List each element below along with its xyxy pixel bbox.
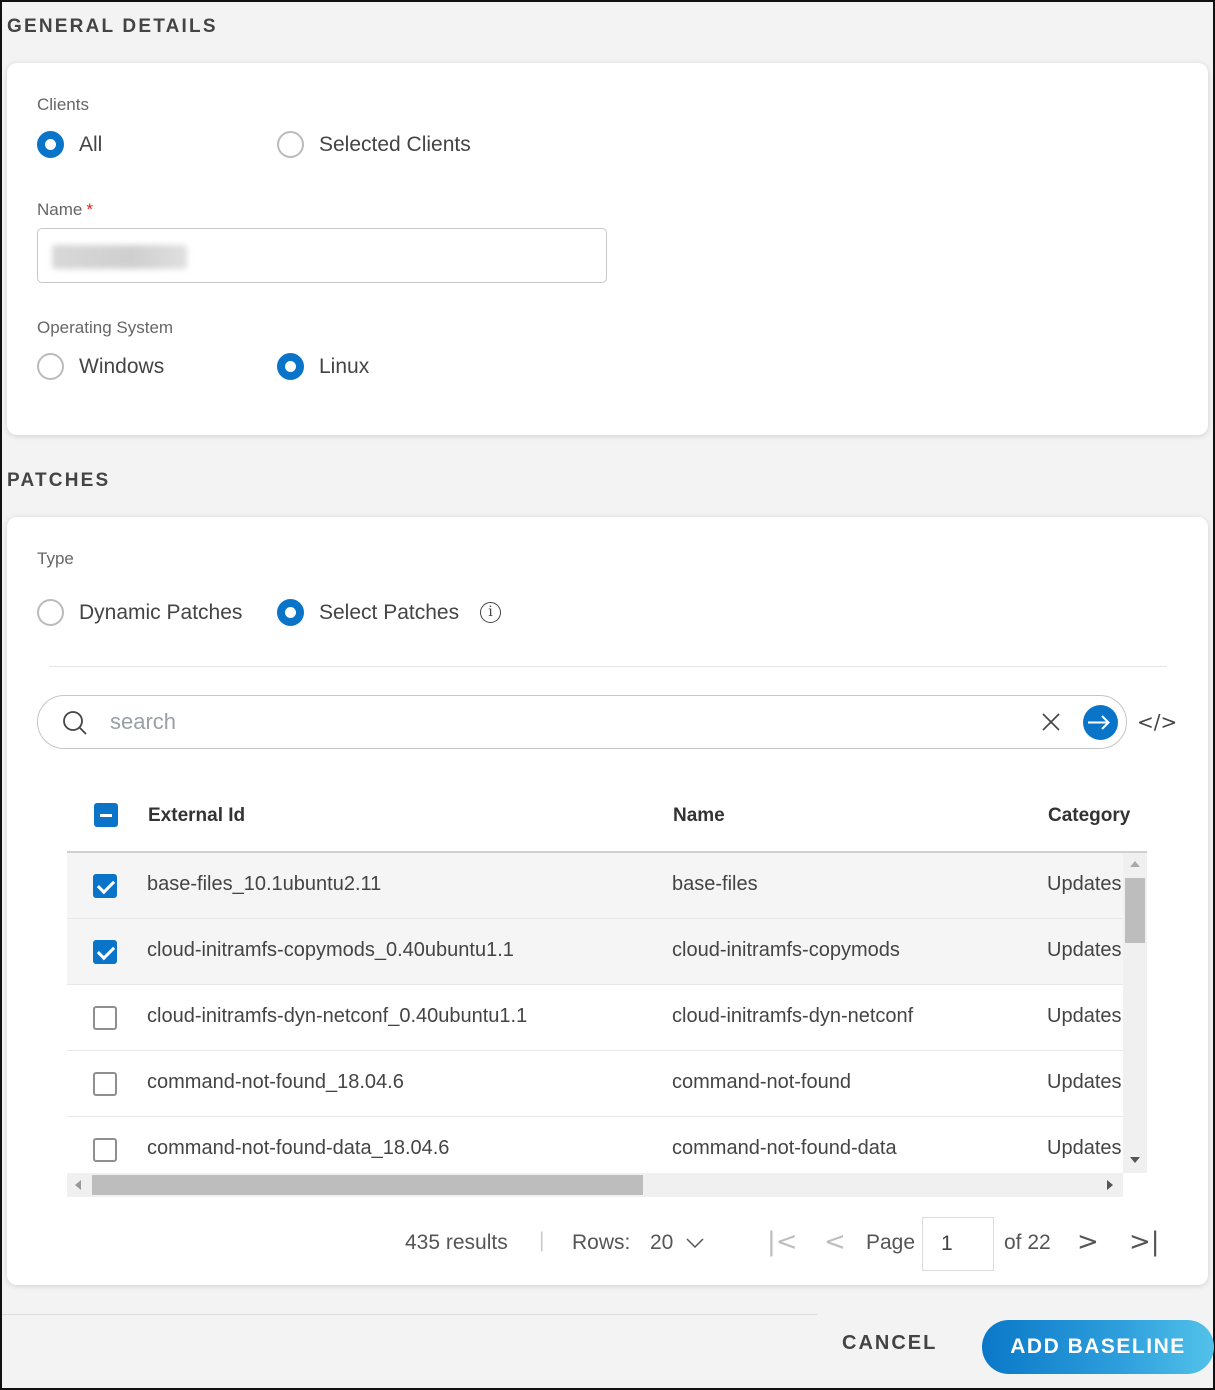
page-number-input[interactable]: [922, 1217, 994, 1271]
radio-indicator[interactable]: [277, 131, 304, 158]
table-row[interactable]: base-files_10.1ubuntu2.11 base-files Upd…: [67, 853, 1123, 919]
cell-category: Updates: [1047, 939, 1122, 961]
table-row[interactable]: cloud-initramfs-copymods_0.40ubuntu1.1 c…: [67, 919, 1123, 985]
cell-category: Updates: [1047, 1071, 1122, 1093]
cell-name: base-files: [672, 873, 758, 895]
add-baseline-button[interactable]: ADD BASELINE: [982, 1320, 1214, 1374]
radio-label: Dynamic Patches: [79, 600, 243, 624]
cell-external-id: cloud-initramfs-copymods_0.40ubuntu1.1: [147, 939, 514, 961]
cell-category: Updates: [1047, 873, 1122, 895]
cell-name: command-not-found: [672, 1071, 851, 1093]
radio-label: Select Patches: [319, 600, 460, 624]
cancel-button[interactable]: CANCEL: [842, 1332, 937, 1355]
rows-per-page-select[interactable]: 20: [650, 1231, 705, 1255]
first-page-button[interactable]: |<: [767, 1227, 798, 1257]
row-checkbox[interactable]: [93, 1006, 117, 1030]
table-row[interactable]: command-not-found-data_18.04.6 command-n…: [67, 1117, 1123, 1173]
cell-category: Updates: [1047, 1005, 1122, 1027]
code-icon[interactable]: </>: [1137, 710, 1177, 734]
radio-indicator[interactable]: [277, 353, 304, 380]
radio-label: Selected Clients: [319, 132, 471, 156]
table-row[interactable]: cloud-initramfs-dyn-netconf_0.40ubuntu1.…: [67, 985, 1123, 1051]
name-label: Name *: [37, 200, 93, 220]
patches-table: External Id Name Category base-files_10.…: [67, 777, 1147, 1173]
page-label: Page: [866, 1231, 916, 1254]
cell-external-id: command-not-found_18.04.6: [147, 1071, 404, 1093]
table-row[interactable]: command-not-found_18.04.6 command-not-fo…: [67, 1051, 1123, 1117]
last-page-button[interactable]: >|: [1129, 1227, 1160, 1257]
row-checkbox[interactable]: [93, 1072, 117, 1096]
radio-label: Windows: [79, 354, 165, 378]
patches-heading: PATCHES: [7, 470, 111, 491]
radio-indicator[interactable]: [277, 599, 304, 626]
radio-label: Linux: [319, 354, 370, 378]
name-label-text: Name: [37, 200, 83, 219]
required-asterisk: *: [86, 200, 93, 219]
search-bar: [37, 695, 1127, 749]
search-input[interactable]: [110, 704, 1010, 740]
close-icon[interactable]: [1040, 711, 1062, 733]
chevron-down-icon: [686, 1238, 704, 1249]
clients-radio-selected-clients[interactable]: Selected Clients: [277, 131, 471, 158]
rows-label: Rows:: [572, 1231, 631, 1254]
scroll-left-icon[interactable]: [75, 1180, 81, 1190]
info-icon[interactable]: i: [480, 602, 501, 623]
horizontal-scroll-thumb[interactable]: [92, 1175, 643, 1195]
previous-page-button[interactable]: <: [824, 1227, 846, 1257]
radio-indicator[interactable]: [37, 353, 64, 380]
column-header-external-id[interactable]: External Id: [148, 805, 245, 827]
type-label: Type: [37, 549, 74, 568]
divider: [49, 666, 1167, 667]
pagination-separator: |: [539, 1229, 545, 1252]
type-radio-dynamic-patches[interactable]: Dynamic Patches: [37, 599, 242, 626]
search-icon: [63, 711, 87, 735]
cell-category: Updates: [1047, 1137, 1122, 1159]
patches-card: Type Dynamic Patches Select Patches i </…: [7, 517, 1208, 1285]
footer-divider: [2, 1314, 817, 1315]
general-details-heading: GENERAL DETAILS: [7, 16, 218, 37]
cell-name: cloud-initramfs-copymods: [672, 939, 900, 961]
rows-per-page-value: 20: [650, 1231, 674, 1254]
vertical-scroll-thumb[interactable]: [1125, 878, 1145, 943]
cell-name: cloud-initramfs-dyn-netconf: [672, 1005, 914, 1027]
clients-label: Clients: [37, 95, 89, 114]
row-checkbox[interactable]: [93, 874, 117, 898]
cell-external-id: command-not-found-data_18.04.6: [147, 1137, 450, 1159]
scroll-right-icon[interactable]: [1107, 1180, 1113, 1190]
next-page-button[interactable]: >: [1077, 1227, 1099, 1257]
pagination: 435 results | Rows: 20 |< < Page of 22 >…: [7, 1217, 1208, 1271]
horizontal-scrollbar[interactable]: [67, 1173, 1123, 1197]
clients-radio-all[interactable]: All: [37, 131, 102, 158]
select-all-checkbox[interactable]: [94, 803, 118, 827]
scroll-down-icon[interactable]: [1130, 1157, 1140, 1163]
os-label: Operating System: [37, 318, 174, 337]
table-header: External Id Name Category: [67, 777, 1147, 853]
radio-label: All: [79, 132, 103, 156]
name-input[interactable]: [37, 228, 607, 283]
redacted-name-value: [52, 245, 187, 269]
results-count: 435 results: [405, 1231, 508, 1254]
cell-name: command-not-found-data: [672, 1137, 897, 1159]
scroll-up-icon[interactable]: [1130, 861, 1140, 867]
arrow-right-icon: [1088, 715, 1110, 730]
row-checkbox[interactable]: [93, 1138, 117, 1162]
os-radio-windows[interactable]: Windows: [37, 353, 164, 380]
type-radio-select-patches[interactable]: Select Patches: [277, 599, 459, 626]
os-radio-linux[interactable]: Linux: [277, 353, 369, 380]
column-header-name[interactable]: Name: [673, 805, 725, 827]
page-total: of 22: [1004, 1231, 1051, 1254]
search-submit-button[interactable]: [1083, 705, 1118, 740]
column-header-category[interactable]: Category: [1048, 805, 1130, 827]
row-checkbox[interactable]: [93, 940, 117, 964]
general-details-card: Clients All Selected Clients Name * Opera…: [7, 63, 1208, 435]
radio-indicator[interactable]: [37, 599, 64, 626]
table-body: base-files_10.1ubuntu2.11 base-files Upd…: [67, 853, 1147, 1173]
cell-external-id: base-files_10.1ubuntu2.11: [147, 873, 382, 895]
cell-external-id: cloud-initramfs-dyn-netconf_0.40ubuntu1.…: [147, 1005, 528, 1027]
vertical-scrollbar[interactable]: [1123, 853, 1147, 1173]
radio-indicator[interactable]: [37, 131, 64, 158]
